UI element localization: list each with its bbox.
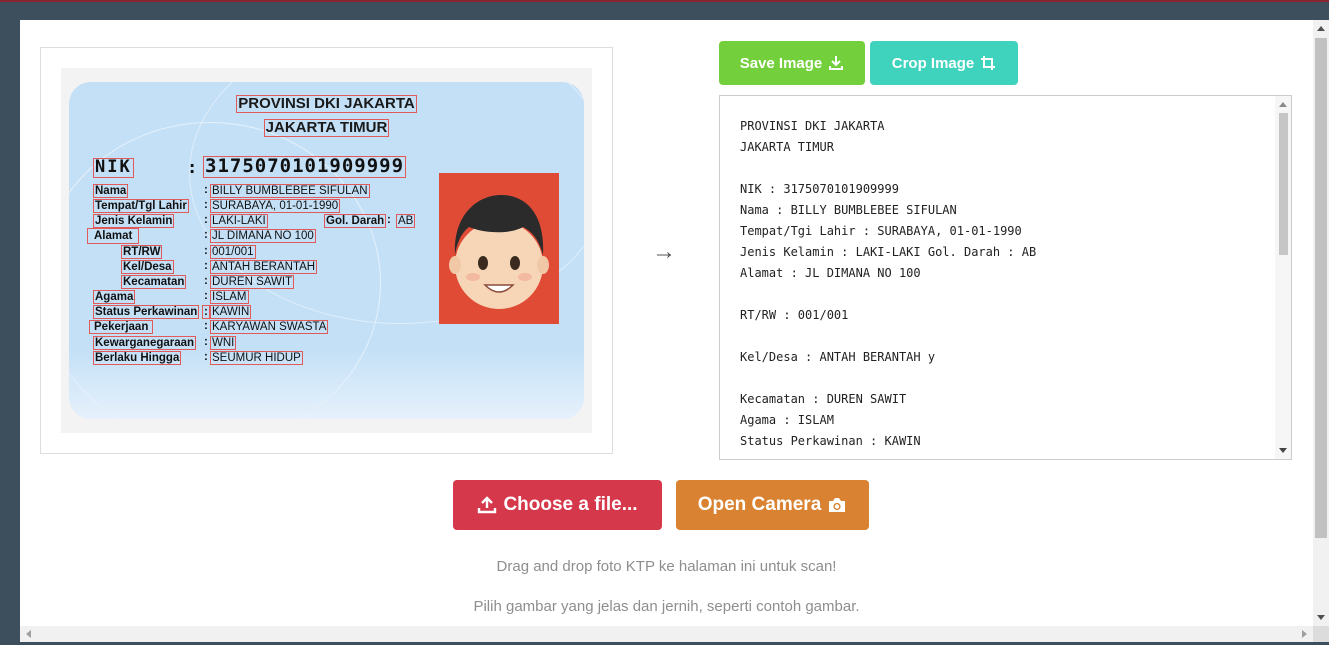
ktp-field-value: ANTAH BERANTAH — [210, 260, 318, 275]
ktp-nik-colon: : — [187, 158, 198, 178]
ktp-field-value: 001/001 — [210, 245, 256, 260]
scroll-right-icon[interactable] — [1302, 630, 1307, 638]
ktp-field-colon: : — [202, 305, 210, 320]
save-image-button[interactable]: Save Image — [719, 41, 865, 85]
ktp-field-colon: : — [204, 275, 208, 287]
ktp-field-label: Status Perkawinan — [93, 305, 200, 320]
scroll-down-icon[interactable] — [1317, 615, 1325, 620]
ktp-field-label: Agama — [93, 290, 136, 305]
ktp-nik-label: NIK — [93, 157, 134, 178]
ktp-blood-label: Gol. Darah — [324, 214, 387, 229]
page-scrollbar-thumb[interactable] — [1315, 38, 1327, 538]
ktp-field-label: Kel/Desa — [121, 260, 174, 275]
ktp-field-colon: : — [204, 336, 208, 348]
scroll-up-icon[interactable] — [1317, 26, 1325, 31]
ktp-field-value: LAKI-LAKI — [210, 214, 268, 229]
ktp-field-colon: : — [204, 184, 208, 196]
window-top-border — [0, 0, 1329, 2]
crop-image-label: Crop Image — [891, 54, 975, 72]
page-horizontal-scrollbar[interactable] — [20, 626, 1313, 642]
ktp-field-label: Jenis Kelamin — [93, 214, 175, 229]
scrollbar-corner — [1313, 626, 1329, 642]
ktp-field-colon: : — [204, 260, 208, 272]
ktp-field-label: RT/RW — [121, 245, 163, 260]
drag-drop-hint: Drag and drop foto KTP ke halaman ini un… — [496, 558, 837, 575]
scroll-up-icon[interactable] — [1279, 102, 1287, 107]
ktp-field-value: KARYAWAN SWASTA — [210, 320, 329, 335]
ktp-field-colon: : — [204, 290, 208, 302]
ktp-card-image: PROVINSI DKI JAKARTA JAKARTA TIMUR NIK :… — [69, 82, 584, 419]
ktp-field-label: Kecamatan — [121, 275, 187, 290]
ktp-province: PROVINSI DKI JAKARTA — [236, 95, 417, 113]
open-camera-button[interactable]: Open Camera — [676, 480, 869, 530]
ktp-field-colon: : — [204, 320, 208, 332]
ktp-field-colon: : — [204, 229, 208, 241]
ktp-photo — [439, 173, 559, 324]
page-content: PROVINSI DKI JAKARTA JAKARTA TIMUR NIK :… — [20, 20, 1313, 626]
ktp-field-label: Kewarganegaraan — [93, 336, 197, 351]
ktp-field-label: Alamat — [87, 228, 140, 245]
ktp-field-colon: : — [204, 199, 208, 211]
ktp-field-label: Nama — [93, 184, 129, 199]
crop-image-button[interactable]: Crop Image — [870, 41, 1018, 85]
ktp-nik-value: 3175070101909999 — [203, 155, 407, 178]
face-avatar-icon — [449, 195, 549, 309]
ktp-field-colon: : — [387, 214, 391, 226]
ktp-field-colon: : — [204, 214, 208, 226]
scroll-down-icon[interactable] — [1279, 448, 1287, 453]
ktp-field-label: Tempat/Tgl Lahir — [93, 199, 189, 214]
page-vertical-scrollbar[interactable] — [1313, 20, 1329, 626]
scrollbar-thumb[interactable] — [1279, 113, 1288, 255]
ktp-city: JAKARTA TIMUR — [263, 119, 390, 137]
ktp-field-colon: : — [204, 245, 208, 257]
upload-icon — [478, 496, 497, 514]
ktp-field-value: WNI — [210, 336, 237, 351]
crop-icon — [981, 56, 996, 70]
ocr-result-text: PROVINSI DKI JAKARTA JAKARTA TIMUR NIK :… — [740, 119, 1037, 448]
ktp-field-colon: : — [204, 351, 208, 363]
ktp-field-value: SURABAYA, 01-01-1990 — [210, 199, 341, 214]
scroll-left-icon[interactable] — [26, 630, 31, 638]
choose-file-label: Choose a file... — [503, 494, 638, 515]
ktp-blood-value: AB — [396, 214, 416, 229]
ktp-field-value: KAWIN — [210, 305, 252, 320]
ktp-field-label: Pekerjaan — [89, 320, 154, 335]
ktp-field-value: SEUMUR HIDUP — [210, 351, 303, 366]
clear-image-hint: Pilih gambar yang jelas dan jernih, sepe… — [473, 598, 860, 615]
ocr-result-textarea[interactable]: PROVINSI DKI JAKARTA JAKARTA TIMUR NIK :… — [719, 95, 1292, 460]
download-icon — [829, 56, 844, 70]
ktp-image-panel: PROVINSI DKI JAKARTA JAKARTA TIMUR NIK :… — [40, 47, 613, 454]
camera-icon — [829, 498, 846, 512]
flow-arrow-icon: → — [652, 238, 676, 265]
ktp-field-value: BILLY BUMBLEBEE SIFULAN — [210, 184, 370, 199]
save-image-label: Save Image — [739, 54, 823, 72]
choose-file-button[interactable]: Choose a file... — [453, 480, 662, 530]
ktp-field-label: Berlaku Hingga — [93, 351, 182, 366]
ktp-field-value: ISLAM — [210, 290, 249, 305]
open-camera-label: Open Camera — [697, 494, 822, 515]
ocr-result-scrollbar[interactable] — [1275, 96, 1291, 459]
ktp-field-value: DUREN SAWIT — [210, 275, 295, 290]
ktp-field-value: JL DIMANA NO 100 — [210, 229, 316, 244]
